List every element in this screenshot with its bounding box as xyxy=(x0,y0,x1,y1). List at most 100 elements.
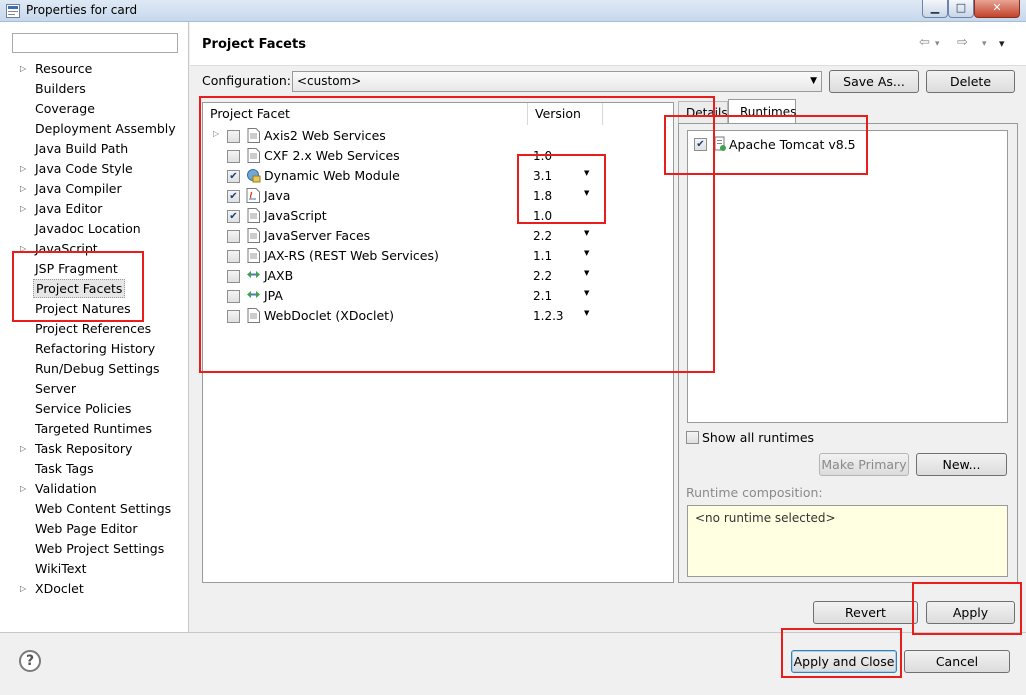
forward-arrow-icon[interactable]: ⇨ xyxy=(957,35,968,50)
minimize-button[interactable]: ▁ xyxy=(922,0,948,18)
sidebar-item-project-references[interactable]: Project References xyxy=(0,319,189,339)
expand-arrow-icon[interactable]: ▷ xyxy=(20,579,26,599)
facet-version[interactable]: 2.2 xyxy=(533,269,552,283)
help-icon[interactable]: ? xyxy=(19,650,41,672)
expand-arrow-icon[interactable]: ▷ xyxy=(20,159,26,179)
cancel-button[interactable]: Cancel xyxy=(904,650,1010,673)
facet-row[interactable]: ✔ Dynamic Web Module 3.1 ▼ xyxy=(203,166,673,186)
back-menu-chevron-icon[interactable]: ▾ xyxy=(935,39,940,49)
sidebar-item-task-repository[interactable]: ▷ Task Repository xyxy=(0,439,189,459)
sidebar-item-javadoc-location[interactable]: Javadoc Location xyxy=(0,219,189,239)
expand-arrow-icon[interactable]: ▷ xyxy=(20,59,26,79)
facet-row[interactable]: JPA 2.1 ▼ xyxy=(203,286,673,306)
version-dropdown-icon[interactable]: ▼ xyxy=(584,309,589,317)
facet-version[interactable]: 1.2.3 xyxy=(533,309,564,323)
facet-checkbox[interactable]: ✔ xyxy=(227,170,240,183)
sidebar-item-builders[interactable]: Builders xyxy=(0,79,189,99)
sidebar-item-label: Deployment Assembly xyxy=(35,121,176,136)
sidebar-item-label: JSP Fragment xyxy=(35,261,118,276)
facet-checkbox[interactable]: ✔ xyxy=(227,210,240,223)
delete-button[interactable]: Delete xyxy=(926,70,1015,93)
facet-row[interactable]: JAX-RS (REST Web Services) 1.1 ▼ xyxy=(203,246,673,266)
sidebar-item-java-compiler[interactable]: ▷ Java Compiler xyxy=(0,179,189,199)
facet-version[interactable]: 2.2 xyxy=(533,229,552,243)
sidebar-item-coverage[interactable]: Coverage xyxy=(0,99,189,119)
sidebar-item-label: WikiText xyxy=(35,561,87,576)
tab-details[interactable]: Details xyxy=(678,101,728,123)
facet-version[interactable]: 1.8 xyxy=(533,189,552,203)
expand-arrow-icon[interactable]: ▷ xyxy=(20,239,26,259)
facet-row[interactable]: ✔ JavaScript 1.0 xyxy=(203,206,673,226)
sidebar-item-label: Java Code Style xyxy=(35,161,133,176)
sidebar-item-run-debug-settings[interactable]: Run/Debug Settings xyxy=(0,359,189,379)
facet-version[interactable]: 3.1 xyxy=(533,169,552,183)
sidebar-item-refactoring-history[interactable]: Refactoring History xyxy=(0,339,189,359)
sidebar-item-project-facets[interactable]: Project Facets xyxy=(0,279,189,299)
facet-checkbox[interactable] xyxy=(227,310,240,323)
facet-version[interactable]: 2.1 xyxy=(533,289,552,303)
facet-checkbox[interactable] xyxy=(227,230,240,243)
version-dropdown-icon[interactable]: ▼ xyxy=(584,269,589,277)
column-header-facet[interactable]: Project Facet xyxy=(203,103,528,125)
sidebar-item-jsp-fragment[interactable]: JSP Fragment xyxy=(0,259,189,279)
facet-checkbox[interactable] xyxy=(227,270,240,283)
sidebar-item-xdoclet[interactable]: ▷ XDoclet xyxy=(0,579,189,599)
back-arrow-icon[interactable]: ⇦ xyxy=(919,35,930,50)
facet-checkbox[interactable] xyxy=(227,130,240,143)
facet-checkbox[interactable] xyxy=(227,290,240,303)
filter-input[interactable] xyxy=(12,33,178,53)
version-dropdown-icon[interactable]: ▼ xyxy=(584,249,589,257)
facet-checkbox[interactable] xyxy=(227,150,240,163)
expand-arrow-icon[interactable]: ▷ xyxy=(20,199,26,219)
version-dropdown-icon[interactable]: ▼ xyxy=(584,229,589,237)
forward-menu-chevron-icon[interactable]: ▾ xyxy=(982,39,987,49)
expand-arrow-icon[interactable]: ▷ xyxy=(20,439,26,459)
revert-button[interactable]: Revert xyxy=(813,601,918,624)
sidebar-item-wikitext[interactable]: WikiText xyxy=(0,559,189,579)
configuration-select[interactable]: <custom> ▼ xyxy=(292,71,822,92)
sidebar-item-service-policies[interactable]: Service Policies xyxy=(0,399,189,419)
show-all-runtimes-checkbox[interactable] xyxy=(686,431,699,444)
tab-runtimes[interactable]: Runtimes xyxy=(728,99,796,124)
sidebar-item-web-content-settings[interactable]: Web Content Settings xyxy=(0,499,189,519)
sidebar-item-project-natures[interactable]: Project Natures xyxy=(0,299,189,319)
sidebar-item-java-code-style[interactable]: ▷ Java Code Style xyxy=(0,159,189,179)
version-dropdown-icon[interactable]: ▼ xyxy=(584,189,589,197)
version-dropdown-icon[interactable]: ▼ xyxy=(584,289,589,297)
facet-row[interactable]: WebDoclet (XDoclet) 1.2.3 ▼ xyxy=(203,306,673,326)
facet-checkbox[interactable] xyxy=(227,250,240,263)
sidebar-item-deployment-assembly[interactable]: Deployment Assembly xyxy=(0,119,189,139)
sidebar-item-java-editor[interactable]: ▷ Java Editor xyxy=(0,199,189,219)
expand-arrow-icon[interactable]: ▷ xyxy=(20,179,26,199)
facet-row[interactable]: ▷ Axis2 Web Services xyxy=(203,126,673,146)
runtime-checkbox[interactable]: ✔ xyxy=(694,138,707,151)
facet-checkbox[interactable]: ✔ xyxy=(227,190,240,203)
sidebar-item-label: Resource xyxy=(35,61,93,76)
sidebar-item-java-build-path[interactable]: Java Build Path xyxy=(0,139,189,159)
facet-row[interactable]: CXF 2.x Web Services 1.0 xyxy=(203,146,673,166)
facet-row[interactable]: ✔ Java 1.8 ▼ xyxy=(203,186,673,206)
sidebar-item-javascript[interactable]: ▷ JavaScript xyxy=(0,239,189,259)
column-header-version[interactable]: Version xyxy=(528,103,603,125)
sidebar-item-web-page-editor[interactable]: Web Page Editor xyxy=(0,519,189,539)
apply-button[interactable]: Apply xyxy=(926,601,1015,624)
sidebar-item-targeted-runtimes[interactable]: Targeted Runtimes xyxy=(0,419,189,439)
new-runtime-button[interactable]: New... xyxy=(916,453,1007,476)
expand-arrow-icon[interactable]: ▷ xyxy=(20,479,26,499)
save-as-button[interactable]: Save As... xyxy=(829,70,919,93)
view-menu-icon[interactable]: ▾ xyxy=(999,37,1005,50)
expand-arrow-icon[interactable]: ▷ xyxy=(213,129,219,138)
facet-row[interactable]: JavaServer Faces 2.2 ▼ xyxy=(203,226,673,246)
sidebar-item-resource[interactable]: ▷ Resource xyxy=(0,59,189,79)
apply-and-close-button[interactable]: Apply and Close xyxy=(791,650,897,673)
facet-row[interactable]: JAXB 2.2 ▼ xyxy=(203,266,673,286)
sidebar-item-web-project-settings[interactable]: Web Project Settings xyxy=(0,539,189,559)
close-button[interactable]: ✕ xyxy=(974,0,1020,18)
maximize-button[interactable]: □ xyxy=(948,0,974,18)
version-dropdown-icon[interactable]: ▼ xyxy=(584,169,589,177)
facet-version[interactable]: 1.1 xyxy=(533,249,552,263)
sidebar-item-validation[interactable]: ▷ Validation xyxy=(0,479,189,499)
sidebar-item-server[interactable]: Server xyxy=(0,379,189,399)
make-primary-button[interactable]: Make Primary xyxy=(819,453,909,476)
sidebar-item-task-tags[interactable]: Task Tags xyxy=(0,459,189,479)
